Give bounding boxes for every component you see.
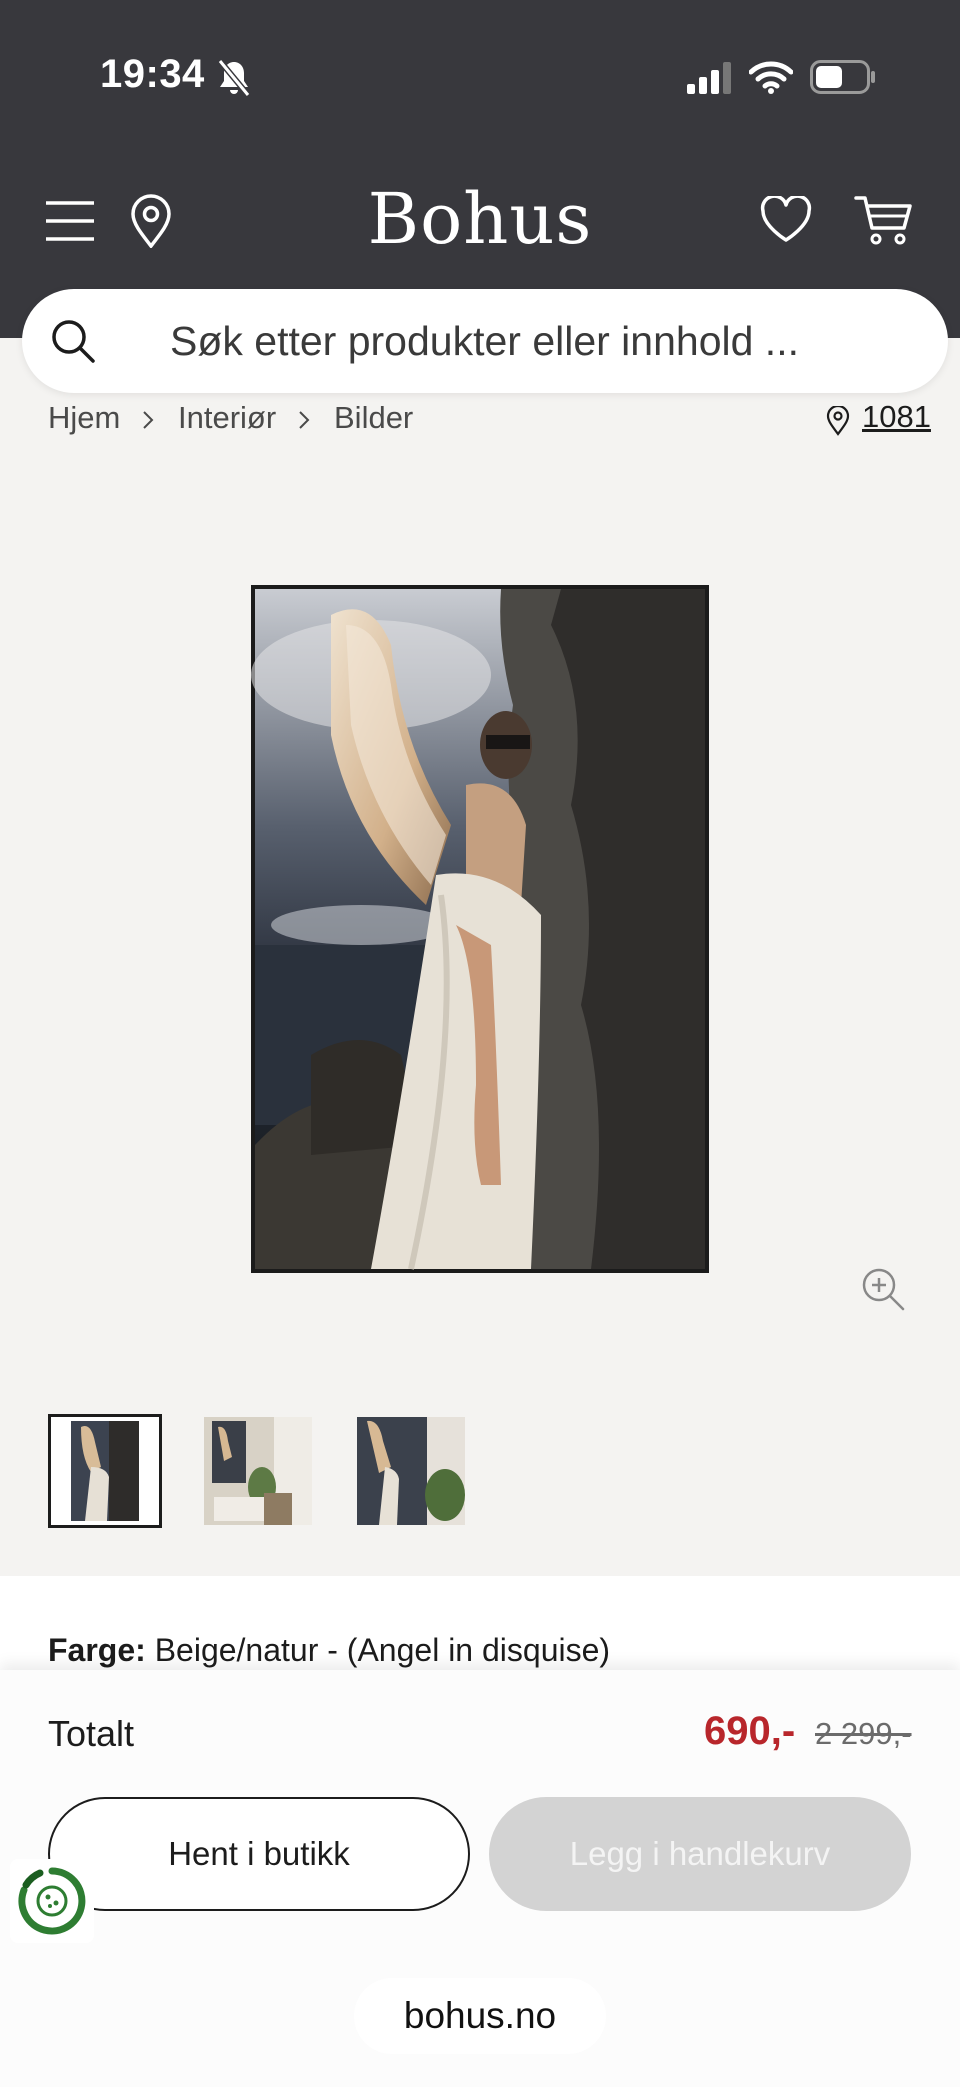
browser-url-bar[interactable]: bohus.no: [354, 1978, 606, 2054]
color-selector: Farge: Beige/natur - (Angel in disquise): [48, 1632, 610, 1669]
heart-icon[interactable]: [760, 196, 812, 244]
thumbnail-image: [71, 1421, 139, 1521]
thumbnail-1[interactable]: [48, 1414, 162, 1528]
app-header: [0, 0, 960, 338]
chevron-right-icon: [143, 411, 154, 429]
zoom-in-icon[interactable]: [860, 1266, 906, 1312]
store-location-icon[interactable]: [826, 406, 850, 436]
cookie-icon: [18, 1867, 86, 1935]
breadcrumb-item-interior[interactable]: Interiør: [178, 400, 276, 436]
chevron-right-icon: [299, 411, 310, 429]
brand-logo[interactable]: Bohus: [0, 178, 960, 260]
thumbnail-2[interactable]: [204, 1417, 312, 1525]
pickup-in-store-button[interactable]: Hent i butikk: [48, 1797, 470, 1911]
total-label: Totalt: [48, 1713, 135, 1754]
battery-icon: [810, 60, 875, 94]
cookie-settings-button[interactable]: [10, 1859, 94, 1943]
wifi-icon: [749, 61, 793, 94]
cellular-signal-icon: [687, 62, 731, 94]
thumbnail-image: [357, 1417, 465, 1525]
thumbnail-image: [204, 1417, 312, 1525]
breadcrumb-item-pictures: Bilder: [334, 400, 414, 435]
color-label: Farge:: [48, 1632, 146, 1668]
color-value: Beige/natur - (Angel in disquise): [154, 1632, 611, 1668]
thumbnail-3[interactable]: [357, 1417, 465, 1525]
bell-muted-icon: [217, 59, 251, 97]
product-image[interactable]: [251, 585, 709, 1273]
search-input[interactable]: [170, 316, 890, 366]
store-code-link[interactable]: 1081: [862, 399, 931, 435]
cart-icon[interactable]: [854, 194, 912, 246]
add-to-cart-button[interactable]: Legg i handlekurv: [489, 1797, 911, 1911]
breadcrumb-item-home[interactable]: Hjem: [48, 400, 120, 436]
status-time: 19:34: [100, 52, 205, 96]
search-icon[interactable]: [50, 318, 96, 364]
original-price: 2 299,-: [815, 1716, 912, 1751]
current-price: 690,-: [704, 1709, 796, 1753]
